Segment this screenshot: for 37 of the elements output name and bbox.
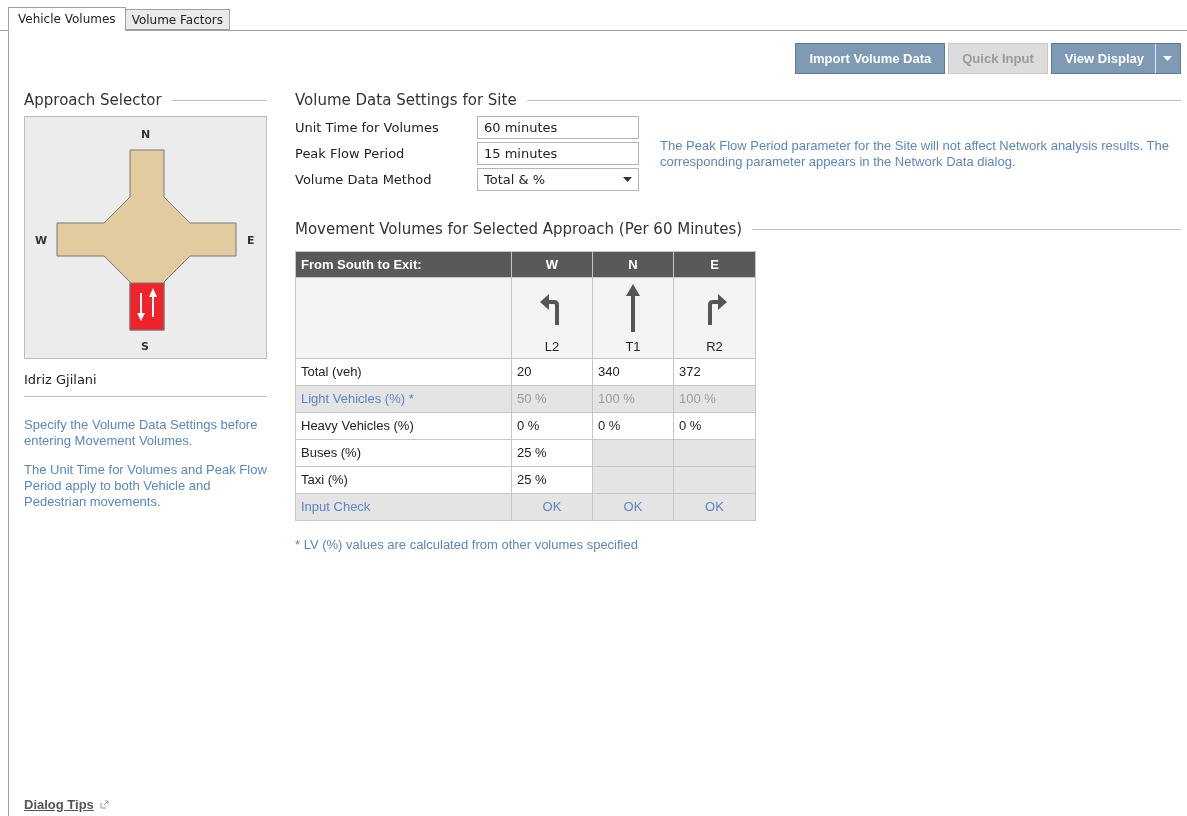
compass-label[interactable]: E	[247, 233, 255, 250]
tab[interactable]: Vehicle Volumes	[8, 7, 126, 31]
section-title: Volume Data Settings for Site	[295, 89, 517, 111]
input-field[interactable]: 15 minutes	[477, 142, 639, 165]
external-link-icon	[99, 799, 109, 809]
table-cell: 50 %	[512, 386, 593, 412]
dialog-tips-link[interactable]: Dialog Tips	[24, 794, 94, 814]
input-field[interactable]: 60 minutes	[477, 116, 639, 139]
row-label: Light Vehicles (%) *	[296, 386, 512, 412]
section-title: Movement Volumes for Selected Approach (Per 60 Minutes)	[295, 218, 743, 240]
row-label: Input Check	[296, 494, 512, 520]
caret-icon	[623, 177, 632, 182]
site-name: Idriz Gjilani	[24, 370, 267, 397]
compass-label[interactable]: N	[141, 127, 151, 144]
help-note: The Unit Time for Volumes and Peak Flow Period apply to both Vehicle and Pedestrian movements.	[24, 461, 267, 510]
help-note: Specify the Volume Data Settings before entering Movement Volumes.	[24, 416, 259, 449]
section-title: Approach Selector	[24, 89, 162, 111]
field-label: Unit Time for Volumes	[295, 118, 440, 137]
table-cell: OK	[512, 494, 593, 520]
footnote: * LV (%) values are calculated from other volumes specified	[295, 536, 639, 554]
info-note: The Peak Flow Period parameter for the Site will not affect Network analysis results. The corresponding parameter appears in the Network Data dialog.	[660, 138, 1170, 171]
movement-code: T1	[625, 337, 641, 356]
field-label: Volume Data Method	[295, 170, 433, 189]
movement-code: R2	[706, 337, 723, 356]
straight-arrow-icon	[626, 283, 640, 332]
movement-code: L2	[544, 337, 560, 356]
table-cell: 100 %	[593, 386, 674, 412]
caret-icon	[1163, 56, 1172, 61]
table-header-cell-text: E	[709, 255, 720, 274]
compass-label[interactable]: S	[141, 339, 149, 356]
table-cell: 100 %	[674, 386, 755, 412]
table-cell: OK	[593, 494, 674, 520]
tab[interactable]: Volume Factors	[125, 9, 231, 30]
dropdown-field[interactable]: Total & %	[477, 168, 639, 191]
field-label: Peak Flow Period	[295, 144, 406, 163]
compass-label[interactable]: W	[35, 233, 48, 250]
table-cell: OK	[674, 494, 755, 520]
